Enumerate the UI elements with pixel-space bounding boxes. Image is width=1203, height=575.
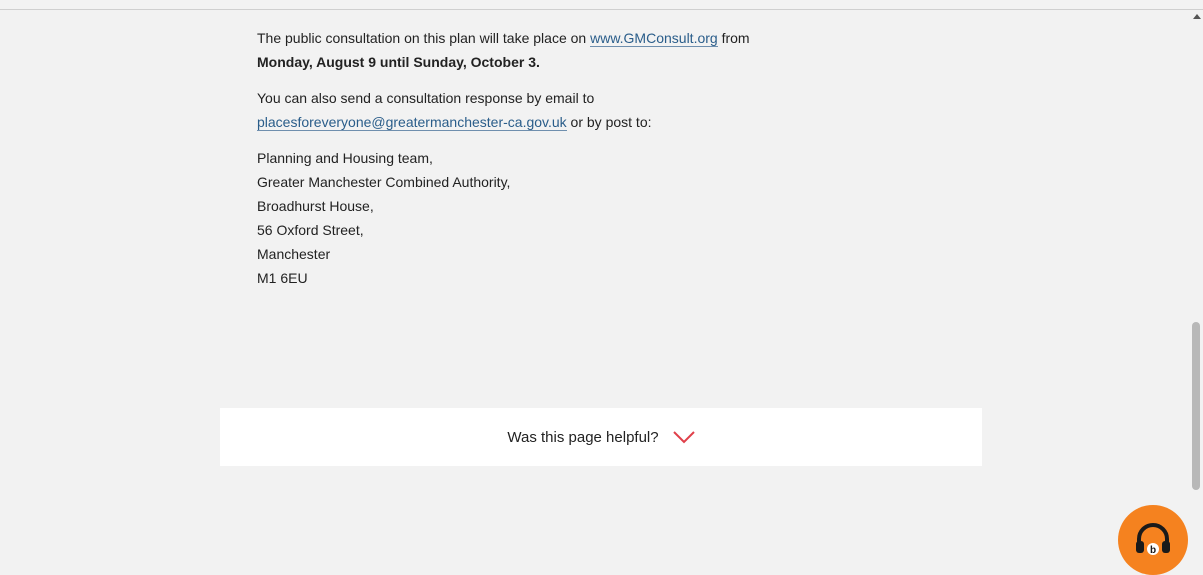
- address-line: Manchester: [257, 246, 331, 262]
- consultation-paragraph: The public consultation on this plan wil…: [257, 26, 877, 74]
- email-text: You can also send a consultation respons…: [257, 90, 595, 106]
- address-line: Planning and Housing team,: [257, 150, 433, 166]
- email-paragraph: You can also send a consultation respons…: [257, 86, 877, 134]
- address-line: Greater Manchester Combined Authority,: [257, 174, 511, 190]
- main-content: The public consultation on this plan wil…: [257, 26, 877, 290]
- address-line: Broadhurst House,: [257, 198, 374, 214]
- scrollbar-thumb[interactable]: [1192, 322, 1200, 490]
- consultation-text-after: from: [717, 30, 750, 46]
- postal-address: Planning and Housing team, Greater Manch…: [257, 146, 877, 290]
- email-link[interactable]: placesforeveryone@greatermanchester-ca.g…: [257, 114, 567, 131]
- page-helpful-label: Was this page helpful?: [507, 428, 659, 446]
- email-text-after: or by post to:: [566, 114, 652, 130]
- address-line: M1 6EU: [257, 270, 308, 286]
- accessibility-help-button[interactable]: b: [1118, 505, 1188, 575]
- scroll-up-arrow-icon[interactable]: [1193, 14, 1201, 19]
- address-line: 56 Oxford Street,: [257, 222, 364, 238]
- gmconsult-link[interactable]: www.GMConsult.org: [590, 30, 718, 47]
- page-helpful-toggle[interactable]: Was this page helpful?: [220, 408, 982, 466]
- chevron-down-icon: [672, 431, 695, 444]
- headphones-icon: b: [1136, 523, 1170, 556]
- consultation-text: The public consultation on this plan wil…: [257, 30, 591, 46]
- top-divider: [0, 0, 1203, 10]
- consultation-dates: Monday, August 9 until Sunday, October 3…: [257, 54, 540, 70]
